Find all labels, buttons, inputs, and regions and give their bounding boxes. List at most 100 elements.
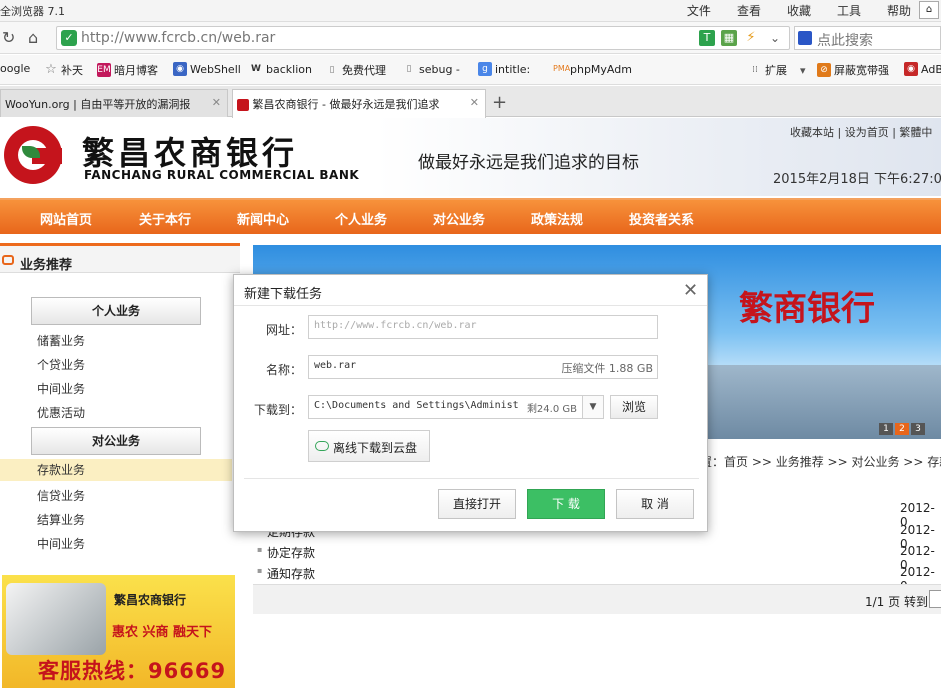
browser-menu: 文件 查看 收藏 工具 帮助	[687, 2, 911, 19]
sidebar-item-promotions[interactable]: 优惠活动	[37, 404, 85, 421]
list-item[interactable]: ▪通知存款2012-0	[257, 562, 941, 593]
download-button[interactable]: 下 载	[527, 489, 605, 519]
bookmark-proxy[interactable]: ▯ 免费代理	[325, 62, 386, 78]
filename-value[interactable]: web.rar	[314, 360, 356, 371]
menu-favorites[interactable]: 收藏	[787, 2, 811, 19]
sidebar-item-deposit[interactable]: 存款业务	[0, 459, 232, 481]
pma-icon: PMA	[553, 64, 571, 73]
cloud-download-button[interactable]: 离线下载到云盘	[308, 430, 430, 462]
browser-title-bar: 全浏览器 7.1 › 文件 查看 收藏 工具 帮助 ⌂	[0, 0, 941, 22]
hero-page-1[interactable]: 1	[879, 423, 893, 435]
bookmark-intitle[interactable]: g intitle:	[478, 62, 530, 76]
grid-icon: ⁞⁞	[752, 65, 758, 75]
nav-news[interactable]: 新闻中心	[237, 209, 289, 228]
list-item-title[interactable]: 通知存款	[267, 565, 315, 582]
save-path-field[interactable]: C:\Documents and Settings\Administ 剩24.0…	[308, 395, 604, 419]
bookmark-backlion[interactable]: Wbacklion	[249, 62, 312, 76]
divider	[244, 478, 699, 479]
w-icon: W	[251, 64, 261, 74]
bank-logo[interactable]	[4, 126, 62, 184]
home-icon[interactable]: ⌂	[28, 28, 38, 47]
nav-investor[interactable]: 投资者关系	[629, 209, 694, 228]
page-icon: ▯	[329, 65, 335, 75]
bookmark-label: 屏蔽宽带强	[834, 64, 889, 77]
url-field[interactable]: http://www.fcrcb.cn/web.rar	[308, 315, 658, 339]
nav-corporate[interactable]: 对公业务	[433, 209, 485, 228]
security-shield-icon: ✓	[61, 30, 77, 46]
nav-home[interactable]: 网站首页	[40, 209, 92, 228]
new-tab-icon[interactable]: +	[492, 92, 507, 113]
download-dialog: 新建下载任务 ✕ 网址： http://www.fcrcb.cn/web.rar…	[233, 274, 708, 532]
cloud-icon	[315, 441, 329, 451]
top-links[interactable]: 收藏本站 | 设为首页 | 繁體中	[790, 124, 932, 140]
safe-badge-icon[interactable]: T	[699, 30, 715, 46]
bookmark-butian[interactable]: ☆ 补天	[44, 62, 83, 78]
sidebar-item-credit[interactable]: 信贷业务	[37, 487, 85, 504]
menu-view[interactable]: 查看	[737, 2, 761, 19]
save-path-value[interactable]: C:\Documents and Settings\Administ	[314, 400, 519, 411]
bookmark-google[interactable]: oogle	[0, 62, 30, 75]
bookmark-sebug[interactable]: ▯ sebug -	[402, 62, 460, 76]
nav-about[interactable]: 关于本行	[139, 209, 191, 228]
window-button[interactable]: ⌂	[919, 1, 939, 19]
bookmark-phpmyadmin[interactable]: PMA phpMyAdm	[553, 62, 632, 76]
bookmark-label: 免费代理	[342, 64, 386, 77]
nav-policy[interactable]: 政策法规	[531, 209, 583, 228]
bookmark-anyue[interactable]: EM 暗月博客	[97, 62, 158, 78]
menu-help[interactable]: 帮助	[887, 2, 911, 19]
google-icon: g	[478, 62, 492, 76]
ad-hotline: 客服热线：96669	[38, 659, 227, 683]
bookmark-label: oogle	[0, 62, 31, 75]
search-placeholder[interactable]: 点此搜索	[817, 30, 873, 50]
close-icon[interactable]: ✕	[212, 96, 221, 109]
chevron-down-icon: ▾	[800, 63, 806, 77]
close-icon[interactable]: ✕	[683, 280, 698, 301]
list-item-title[interactable]: 协定存款	[267, 544, 315, 561]
sidebar-item-personal-loan[interactable]: 个贷业务	[37, 356, 85, 373]
tab-fcrcb[interactable]: 繁昌农商银行 - 做最好永远是我们追求 ✕	[232, 89, 486, 118]
hero-text: 繁商银行	[739, 289, 875, 329]
cancel-button[interactable]: 取 消	[616, 489, 694, 519]
search-box[interactable]: 点此搜索	[794, 26, 941, 50]
qrcode-icon[interactable]: ▦	[721, 30, 737, 46]
nav-personal[interactable]: 个人业务	[335, 209, 387, 228]
address-url[interactable]: http://www.fcrcb.cn/web.rar	[81, 30, 275, 46]
path-dropdown-icon[interactable]: ▼	[582, 395, 604, 419]
page-select[interactable]	[929, 590, 941, 608]
tab-wooyun[interactable]: WooYun.org | 自由平等开放的漏洞报 ✕	[0, 89, 228, 117]
open-directly-button[interactable]: 直接打开	[438, 489, 516, 519]
menu-tools[interactable]: 工具	[837, 2, 861, 19]
extensions-menu[interactable]: ⁞⁞ 扩展 ▾	[748, 62, 806, 78]
menu-file[interactable]: 文件	[687, 2, 711, 19]
category-personal[interactable]: 个人业务	[31, 297, 201, 325]
sidebar-item-savings[interactable]: 储蓄业务	[37, 332, 85, 349]
bookmark-label: backlion	[266, 62, 312, 76]
breadcrumb[interactable]: 置：首页 >> 业务推荐 >> 对公业务 >> 存款	[700, 453, 941, 470]
sidebar-item-settlement[interactable]: 结算业务	[37, 511, 85, 528]
bank-card-image	[6, 583, 106, 655]
ad-bank-name: 繁昌农商银行	[114, 593, 187, 607]
promo-ad[interactable]: 繁昌农商银行 惠农 兴商 融天下 客服热线：96669	[2, 575, 235, 688]
divider	[234, 305, 707, 306]
dialog-title: 新建下载任务	[244, 287, 323, 302]
browse-button[interactable]: 浏览	[610, 395, 658, 419]
hero-page-3[interactable]: 3	[911, 423, 925, 435]
bookmark-adb[interactable]: ◉ AdB	[904, 62, 941, 76]
category-corporate[interactable]: 对公业务	[31, 427, 201, 455]
address-input[interactable]: ✓ http://www.fcrcb.cn/web.rar T ▦ ⚡ ⌄	[56, 26, 790, 50]
close-icon[interactable]: ✕	[470, 96, 479, 109]
chevron-down-icon[interactable]: ⌄	[767, 30, 783, 46]
lightning-icon[interactable]: ⚡	[743, 30, 759, 46]
ad-slogan: 惠农 兴商 融天下	[112, 625, 213, 640]
list-item[interactable]: ▪ 协定存款 2012-0	[257, 541, 941, 572]
sidebar-item-intermediary[interactable]: 中间业务	[37, 380, 85, 397]
hero-page-2[interactable]: 2	[895, 423, 909, 435]
bookmark-webshell[interactable]: ◉ WebShell	[173, 62, 241, 76]
bookmark-adblock[interactable]: ⊘ 屏蔽宽带强	[817, 62, 889, 78]
sidebar-item-corp-intermediary[interactable]: 中间业务	[37, 535, 85, 552]
search-engine-icon[interactable]	[798, 31, 812, 45]
bank-name-en: FANCHANG RURAL COMMERCIAL BANK	[84, 168, 360, 182]
refresh-icon[interactable]: ↻	[2, 28, 15, 47]
filename-field[interactable]: web.rar 压缩文件 1.88 GB	[308, 355, 658, 379]
site-favicon-icon	[237, 99, 249, 111]
